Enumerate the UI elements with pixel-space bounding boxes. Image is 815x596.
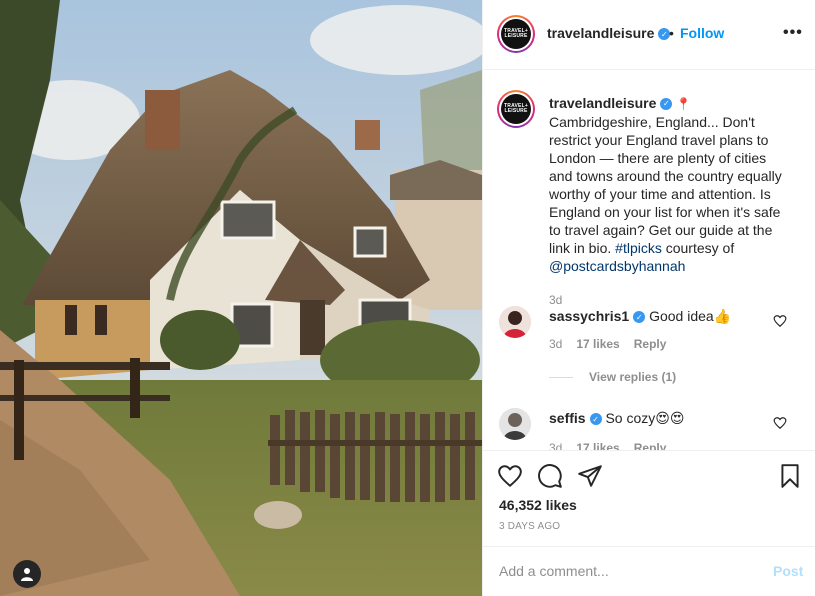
- comment-time[interactable]: 3d: [549, 441, 562, 450]
- hashtag-link[interactable]: #tlpicks: [615, 240, 662, 256]
- comment-username[interactable]: sassychris1: [549, 308, 629, 324]
- caption-body: Cambridgeshire, England... Don't restric…: [549, 114, 782, 256]
- verified-badge-icon: ✓: [633, 311, 646, 324]
- avatar-logo-text: TRAVEL+ LEISURE: [504, 28, 528, 39]
- credit-handle-link[interactable]: @postcardsbyhannah: [549, 258, 685, 274]
- comment-like-heart-icon[interactable]: [773, 416, 787, 430]
- post-side-panel: TRAVEL+ LEISURE travelandleisure ✓ • Foll…: [482, 0, 815, 596]
- post-header: TRAVEL+ LEISURE travelandleisure ✓ • Foll…: [483, 0, 815, 70]
- heart-icon[interactable]: [497, 463, 523, 489]
- share-icon[interactable]: [577, 463, 603, 489]
- caption: travelandleisure ✓ 📍 Cambridgeshire, Engl…: [549, 94, 793, 309]
- add-comment-bar: Post: [483, 546, 815, 596]
- comment-text: Good idea: [649, 308, 714, 324]
- heart-eyes-emoji: 😍😍: [655, 410, 685, 426]
- verified-badge-icon: ✓: [660, 98, 673, 111]
- comment-time[interactable]: 3d: [549, 337, 562, 351]
- credit-prefix: courtesy of: [665, 240, 735, 256]
- caption-time[interactable]: 3d: [549, 291, 793, 309]
- likes-count[interactable]: 46,352 likes: [499, 497, 577, 513]
- view-replies-text[interactable]: View replies (1): [589, 370, 676, 384]
- caption-username[interactable]: travelandleisure: [549, 95, 656, 111]
- instagram-post-modal: TRAVEL+ LEISURE travelandleisure ✓ • Foll…: [0, 0, 815, 596]
- bookmark-icon[interactable]: [777, 463, 803, 489]
- comment-meta: 3d 17 likes Reply: [549, 337, 680, 351]
- commenter-avatar[interactable]: [499, 306, 531, 338]
- post-comment-button[interactable]: Post: [773, 563, 803, 579]
- comment-meta: 3d 17 likes Reply: [549, 441, 680, 450]
- comment-likes[interactable]: 17 likes: [576, 337, 619, 351]
- post-actions: 46,352 likes 3 DAYS AGO: [483, 450, 815, 546]
- comment-like-heart-icon[interactable]: [773, 314, 787, 328]
- reply-button[interactable]: Reply: [634, 441, 667, 450]
- post-photo[interactable]: [0, 0, 482, 596]
- verified-badge-icon: ✓: [589, 413, 602, 426]
- account-avatar[interactable]: TRAVEL+ LEISURE: [497, 15, 535, 53]
- comment-icon[interactable]: [537, 463, 563, 489]
- caption-avatar-logo-text: TRAVEL+ LEISURE: [504, 103, 528, 114]
- separator-dot: •: [669, 25, 674, 41]
- header-username-text[interactable]: travelandleisure: [547, 25, 654, 41]
- tagged-user-button[interactable]: [13, 560, 41, 588]
- commenter-photo: [499, 408, 531, 440]
- view-replies-button[interactable]: View replies (1): [549, 370, 676, 384]
- cottage-photo-illustration: [0, 0, 482, 596]
- replies-divider-line: [549, 377, 573, 379]
- follow-button[interactable]: Follow: [680, 25, 724, 41]
- comment-username[interactable]: seffis: [549, 410, 586, 426]
- commenter-photo: [499, 306, 531, 338]
- post-date[interactable]: 3 DAYS AGO: [499, 521, 560, 532]
- reply-button[interactable]: Reply: [634, 337, 667, 351]
- thumbs-up-emoji: 👍: [713, 308, 732, 324]
- add-comment-input[interactable]: [499, 561, 749, 581]
- caption-avatar[interactable]: TRAVEL+ LEISURE: [497, 90, 535, 128]
- commenter-avatar[interactable]: [499, 408, 531, 440]
- comment-likes[interactable]: 17 likes: [576, 441, 619, 450]
- comment-text-line: seffis ✓ So cozy😍😍: [549, 410, 684, 427]
- comments-list[interactable]: TRAVEL+ LEISURE travelandleisure ✓ 📍 Camb…: [483, 70, 815, 450]
- more-horizontal-icon[interactable]: •••: [783, 24, 803, 42]
- round-pushpin-icon: 📍: [676, 97, 692, 111]
- header-username[interactable]: travelandleisure ✓: [547, 25, 671, 41]
- comment-text-line: sassychris1 ✓ Good idea👍: [549, 308, 731, 325]
- person-icon: [21, 568, 33, 581]
- comment-text: So cozy: [605, 410, 656, 426]
